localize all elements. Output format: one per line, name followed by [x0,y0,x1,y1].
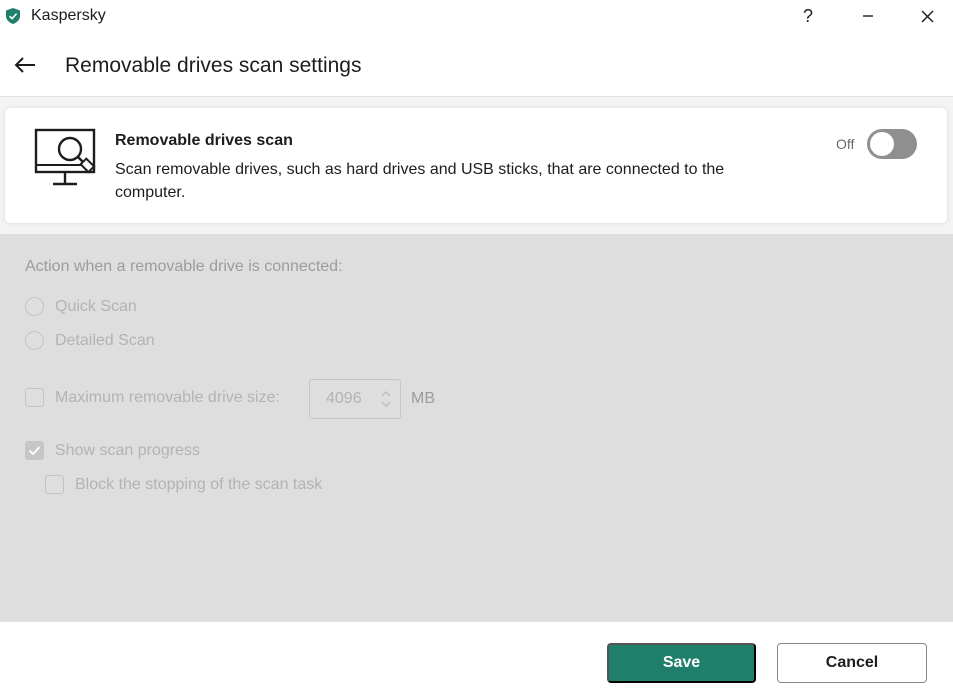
action-section-label: Action when a removable drive is connect… [25,258,343,275]
back-button[interactable] [10,50,40,80]
app-title: Kaspersky [31,7,106,24]
close-button[interactable] [904,0,950,32]
block-stopping-option[interactable]: Block the stopping of the scan task [45,475,322,494]
feature-card-area: Removable drives scan Scan removable dri… [0,97,953,234]
quick-scan-option[interactable]: Quick Scan [25,297,137,316]
max-size-unit: MB [411,390,435,407]
toggle-state-label: Off [836,136,855,152]
feature-card: Removable drives scan Scan removable dri… [5,108,947,223]
max-size-label: Maximum removable drive size: [55,388,280,406]
help-icon: ? [802,5,813,26]
scan-settings-panel: Action when a removable drive is connect… [0,234,953,621]
save-button[interactable]: Save [607,643,756,683]
close-icon [921,10,933,22]
arrow-left-icon [14,57,35,73]
block-stopping-label: Block the stopping of the scan task [75,475,323,493]
toggle-knob [870,132,894,156]
detailed-scan-radio[interactable] [25,331,44,350]
help-button[interactable]: ? [785,0,831,32]
max-size-value: 4096 [326,390,362,407]
feature-toggle[interactable] [867,129,917,159]
cancel-button[interactable]: Cancel [777,643,927,683]
show-progress-option[interactable]: Show scan progress [25,441,200,460]
kaspersky-shield-icon [6,8,20,24]
max-size-input[interactable]: 4096 [309,379,401,419]
quick-scan-label: Quick Scan [55,297,137,315]
monitor-search-icon [34,128,96,186]
spinner-arrows-icon[interactable] [380,388,392,410]
feature-description: Scan removable drives, such as hard driv… [115,161,725,201]
feature-title: Removable drives scan [115,132,293,149]
page-title: Removable drives scan settings [65,54,362,77]
detailed-scan-label: Detailed Scan [55,331,155,349]
quick-scan-radio[interactable] [25,297,44,316]
footer-bar: Save Cancel [0,621,953,697]
block-stopping-checkbox[interactable] [45,475,64,494]
page-header: Removable drives scan settings [0,40,953,96]
max-size-option[interactable]: Maximum removable drive size: [25,388,280,407]
detailed-scan-option[interactable]: Detailed Scan [25,331,155,350]
show-progress-label: Show scan progress [55,441,200,459]
checkmark-icon [28,446,41,456]
title-bar: Kaspersky ? [0,0,953,32]
show-progress-checkbox[interactable] [25,441,44,460]
minimize-button[interactable] [845,0,891,32]
max-size-checkbox[interactable] [25,388,44,407]
minimize-icon [863,15,873,17]
